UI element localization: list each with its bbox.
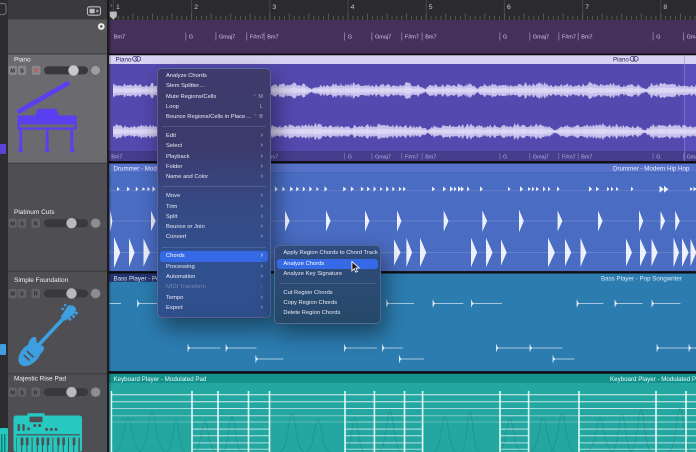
svg-text:Simple Foundation: Simple Foundation [14,277,69,284]
svg-text:R: R [34,69,38,75]
svg-text:Bm7: Bm7 [425,35,436,41]
svg-text:F#m7: F#m7 [562,35,576,41]
svg-text:Gmaj7: Gmaj7 [375,155,391,161]
svg-text:Bm7: Bm7 [425,155,436,161]
svg-text:Piano: Piano [116,57,132,64]
svg-text:G: G [503,35,507,41]
svg-text:Bass Player - Pop Songwriter: Bass Player - Pop Songwriter [601,275,682,282]
svg-text:Gmaj7: Gmaj7 [533,35,549,41]
svg-text:R: R [34,390,38,396]
svg-text:G: G [348,35,352,41]
svg-text:Bm7: Bm7 [581,155,592,161]
svg-text:S: S [20,69,24,75]
svg-text:7: 7 [585,4,589,11]
svg-text:Gmaj7: Gmaj7 [375,35,391,41]
svg-text:2: 2 [194,4,198,11]
svg-text:Gmaj7: Gmaj7 [687,35,696,41]
svg-text:R: R [34,292,38,298]
svg-text:Keyboard Player - Modulated Pa: Keyboard Player - Modulated Pa [610,376,696,383]
svg-text:S: S [20,390,24,396]
svg-text:G: G [656,35,660,41]
svg-text:8: 8 [663,4,667,11]
svg-text:M: M [10,69,15,75]
svg-text:F#m7: F#m7 [250,35,264,41]
svg-text:Gmaj7: Gmaj7 [533,155,549,161]
svg-text:R: R [34,221,38,227]
svg-text:G: G [348,155,352,161]
svg-text:1: 1 [116,4,120,11]
svg-text:M: M [10,221,15,227]
svg-text:G: G [503,155,507,161]
svg-text:M: M [10,292,15,298]
svg-text:6: 6 [507,4,511,11]
svg-text:4: 4 [351,4,355,11]
svg-text:Keyboard Player - Modulated Pa: Keyboard Player - Modulated Pad [114,376,207,383]
svg-text:Platinum Cuts: Platinum Cuts [14,209,55,216]
svg-text:Piano: Piano [613,57,629,64]
svg-text:Gmaj7: Gmaj7 [687,155,696,161]
svg-text:S: S [20,292,24,298]
svg-text:Bm7: Bm7 [114,35,125,41]
svg-text:5: 5 [429,4,433,11]
svg-text:Piano: Piano [14,57,31,64]
svg-text:Bm7: Bm7 [111,155,122,161]
svg-text:M: M [10,390,15,396]
svg-text:F#m7: F#m7 [562,155,576,161]
svg-text:Bm7: Bm7 [267,35,278,41]
svg-text:F#m7: F#m7 [405,35,419,41]
svg-text:Bm7: Bm7 [581,35,592,41]
svg-text:S: S [20,221,24,227]
svg-text:Majestic Rise Pad: Majestic Rise Pad [14,376,66,383]
svg-text:F#m7: F#m7 [405,155,419,161]
svg-text:Gmaj7: Gmaj7 [219,35,235,41]
svg-text:G: G [656,155,660,161]
svg-text:G: G [189,35,193,41]
svg-text:Drummer - Modern Hip Hop: Drummer - Modern Hip Hop [613,165,690,172]
svg-text:3: 3 [272,4,276,11]
